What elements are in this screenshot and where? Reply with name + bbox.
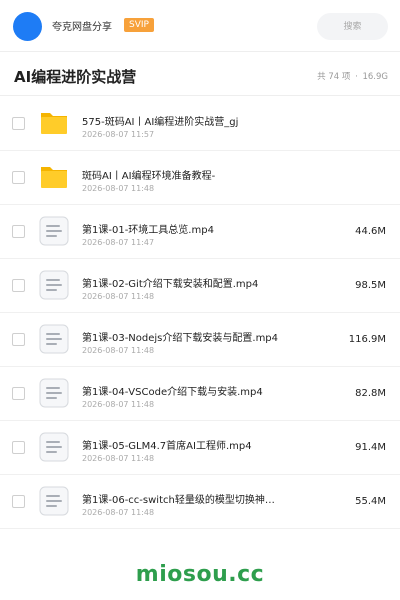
list-item[interactable]: 斑码AI丨AI编程环境准备教程- 2026-08-07 11:48 xyxy=(0,151,400,205)
list-item[interactable]: 第1课-06-cc-switch轻量级的模型切换神… 2026-08-07 11… xyxy=(0,475,400,529)
file-date: 2026-08-07 11:48 xyxy=(82,184,155,193)
folder-icon xyxy=(41,167,67,188)
item-count: 共 74 项 xyxy=(317,72,351,82)
document-icon xyxy=(39,324,69,354)
file-date: 2026-08-07 11:47 xyxy=(82,238,155,247)
file-size: 82.8M xyxy=(355,388,386,399)
list-item[interactable]: 第1课-03-Nodejs介绍下载安装与配置.mp4 2026-08-07 11… xyxy=(0,313,400,367)
app-header: 夸克网盘分享 SVIP xyxy=(0,0,400,52)
select-checkbox[interactable] xyxy=(12,171,25,184)
document-icon xyxy=(39,270,69,300)
file-name: 第1课-06-cc-switch轻量级的模型切换神… xyxy=(82,495,275,506)
file-date: 2026-08-07 11:48 xyxy=(82,292,155,301)
page-title: AI编程进阶实战营 xyxy=(14,68,137,86)
select-checkbox[interactable] xyxy=(12,441,25,454)
select-checkbox[interactable] xyxy=(12,333,25,346)
file-name: 斑码AI丨AI编程环境准备教程- xyxy=(82,171,216,182)
folder-summary: 共 74 项 · 16.9G xyxy=(315,70,388,82)
file-name: 575-斑码AI丨AI编程进阶实战营_gj xyxy=(82,117,239,128)
file-name: 第1课-02-Git介绍下载安装和配置.mp4 xyxy=(82,279,259,290)
list-item[interactable]: 第1课-04-VSCode介绍下载与安装.mp4 2026-08-07 11:4… xyxy=(0,367,400,421)
document-icon xyxy=(39,378,69,408)
avatar[interactable] xyxy=(13,12,42,41)
summary-separator: · xyxy=(355,72,358,82)
site-name: 夸克网盘分享 xyxy=(52,22,112,33)
folder-title-bar: AI编程进阶实战营 共 74 项 · 16.9G xyxy=(0,52,400,96)
file-name: 第1课-05-GLM4.7首席AI工程师.mp4 xyxy=(82,441,252,452)
svip-badge: SVIP xyxy=(124,18,154,32)
file-size: 55.4M xyxy=(355,496,386,507)
file-size: 91.4M xyxy=(355,442,386,453)
file-list: 575-斑码AI丨AI编程进阶实战营_gj 2026-08-07 11:57 斑… xyxy=(0,97,400,529)
folder-icon xyxy=(41,113,67,134)
file-date: 2026-08-07 11:48 xyxy=(82,454,155,463)
file-date: 2026-08-07 11:48 xyxy=(82,508,155,517)
list-item[interactable]: 第1课-02-Git介绍下载安装和配置.mp4 2026-08-07 11:48… xyxy=(0,259,400,313)
select-checkbox[interactable] xyxy=(12,279,25,292)
list-item[interactable]: 第1课-01-环境工具总览.mp4 2026-08-07 11:47 44.6M xyxy=(0,205,400,259)
select-checkbox[interactable] xyxy=(12,387,25,400)
select-checkbox[interactable] xyxy=(12,117,25,130)
file-name: 第1课-04-VSCode介绍下载与安装.mp4 xyxy=(82,387,263,398)
document-icon xyxy=(39,432,69,462)
select-checkbox[interactable] xyxy=(12,225,25,238)
file-date: 2026-08-07 11:48 xyxy=(82,346,155,355)
file-date: 2026-08-07 11:57 xyxy=(82,130,155,139)
total-size: 16.9G xyxy=(362,72,388,82)
file-size: 116.9M xyxy=(348,334,386,345)
file-size: 44.6M xyxy=(355,226,386,237)
watermark: miosou.cc xyxy=(135,562,265,587)
footer: miosou.cc xyxy=(0,546,400,600)
select-checkbox[interactable] xyxy=(12,495,25,508)
file-size: 98.5M xyxy=(355,280,386,291)
list-item[interactable]: 575-斑码AI丨AI编程进阶实战营_gj 2026-08-07 11:57 xyxy=(0,97,400,151)
list-item[interactable]: 第1课-05-GLM4.7首席AI工程师.mp4 2026-08-07 11:4… xyxy=(0,421,400,475)
file-name: 第1课-03-Nodejs介绍下载安装与配置.mp4 xyxy=(82,333,279,344)
document-icon xyxy=(39,486,69,516)
file-date: 2026-08-07 11:48 xyxy=(82,400,155,409)
file-name: 第1课-01-环境工具总览.mp4 xyxy=(82,225,214,236)
document-icon xyxy=(39,216,69,246)
search-input[interactable] xyxy=(317,13,388,40)
